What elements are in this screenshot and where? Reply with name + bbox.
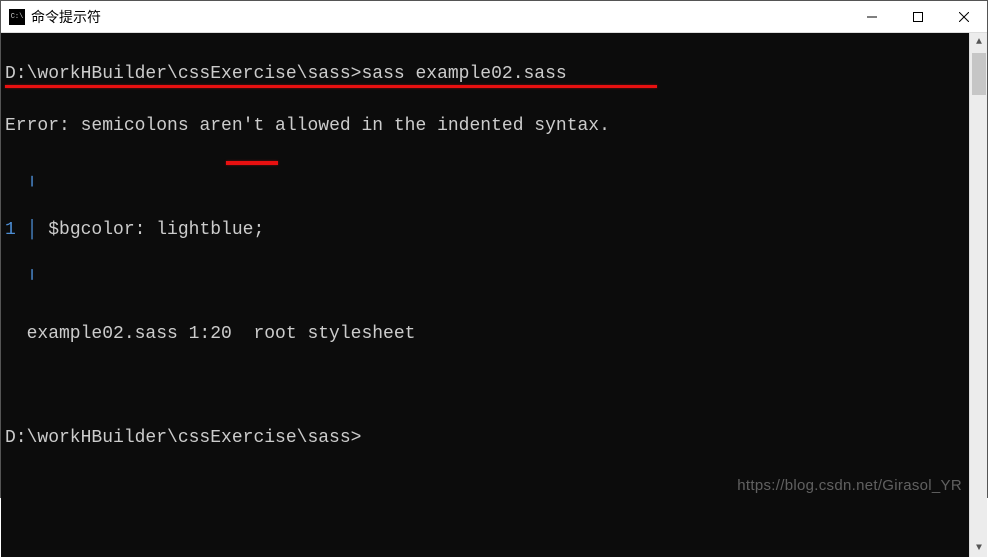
window-controls <box>849 1 987 32</box>
output-line-blank <box>5 373 965 399</box>
scrollbar-down-arrow-icon[interactable]: ▼ <box>970 539 988 557</box>
gutter-pipe: │ <box>16 220 48 240</box>
vertical-scrollbar[interactable]: ▲ ▼ <box>969 33 987 557</box>
error-message: semicolons aren't allowed in the indente… <box>81 116 610 136</box>
close-button[interactable] <box>941 1 987 33</box>
scrollbar-thumb[interactable] <box>972 53 986 95</box>
terminal-window: 命令提示符 D:\workHBuilder\cssExercise\sass>s… <box>0 0 988 498</box>
prompt: D:\workHBuilder\cssExercise\sass> <box>5 64 361 84</box>
watermark-text: https://blog.csdn.net/Girasol_YR <box>737 477 962 494</box>
output-line: D:\workHBuilder\cssExercise\sass>sass ex… <box>5 61 965 87</box>
code-snippet: $bgcolor: lightblue; <box>48 220 264 240</box>
output-line-gutter: ╵ <box>5 269 965 295</box>
output-line-gutter: ╷ <box>5 165 965 191</box>
output-line-location: example02.sass 1:20 root stylesheet <box>5 321 965 347</box>
line-number: 1 <box>5 220 16 240</box>
output-line-code: 1 │ $bgcolor: lightblue; <box>5 217 965 243</box>
command-text: sass example02.sass <box>361 64 566 84</box>
cmd-icon <box>9 9 25 25</box>
annotation-underline <box>5 85 657 88</box>
output-line-prompt: D:\workHBuilder\cssExercise\sass> <box>5 425 965 451</box>
error-prefix: Error: <box>5 116 81 136</box>
output-line-error: Error: semicolons aren't allowed in the … <box>5 113 965 139</box>
window-title: 命令提示符 <box>31 7 101 27</box>
scrollbar-up-arrow-icon[interactable]: ▲ <box>970 33 988 51</box>
maximize-button[interactable] <box>895 1 941 33</box>
minimize-button[interactable] <box>849 1 895 33</box>
titlebar[interactable]: 命令提示符 <box>1 1 987 33</box>
annotation-underline <box>226 161 278 165</box>
